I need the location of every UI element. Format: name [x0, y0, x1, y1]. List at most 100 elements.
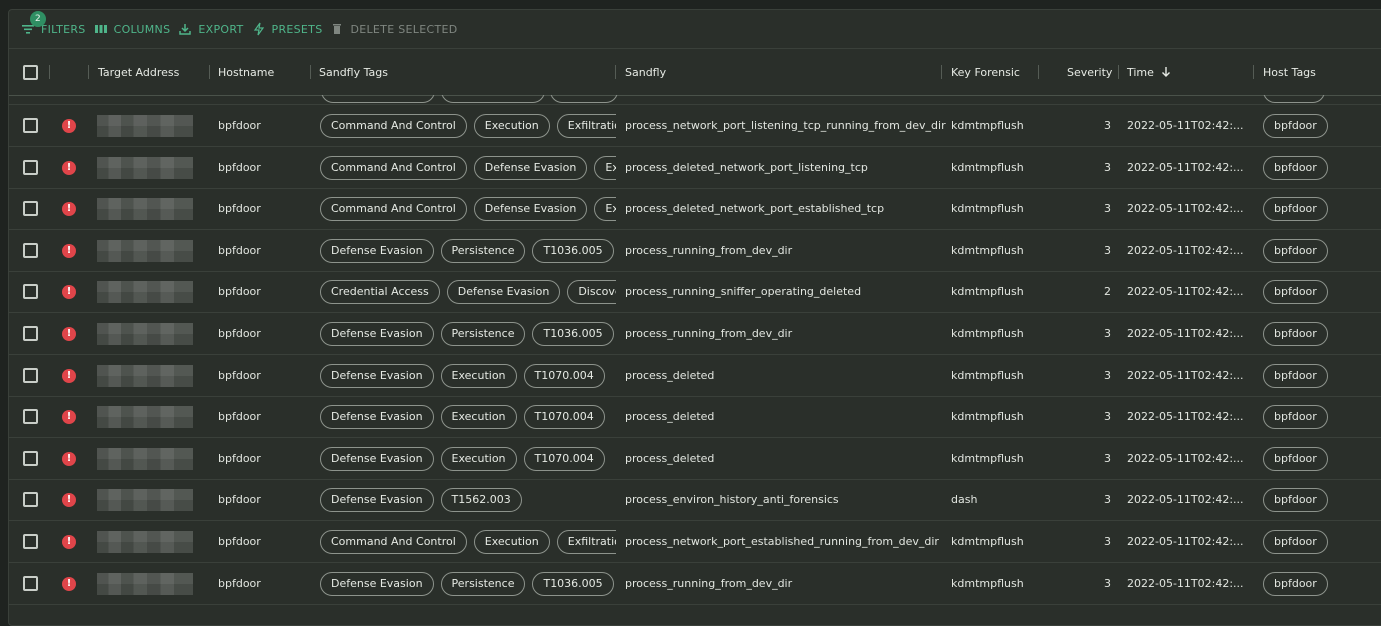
checkbox-box: [23, 243, 38, 258]
severity-cell: 3: [1104, 327, 1111, 340]
sandfly-cell[interactable]: process_deleted_network_port_listening_t…: [625, 147, 868, 188]
sandfly-cell[interactable]: process_running_sniffer_operating_delete…: [625, 271, 861, 312]
checkbox-box: [23, 368, 38, 383]
col-key-forensic[interactable]: Key Forensic: [951, 49, 1020, 95]
alert-icon: !: [62, 147, 76, 188]
sandfly-cell[interactable]: process_running_from_dev_dir: [625, 563, 792, 604]
sandfly-cell[interactable]: process_running_from_dev_dir: [625, 230, 792, 271]
table-row[interactable]: ! bpfdoor Defense Evasion Persistence T1036.…: [9, 563, 1381, 605]
key-forensic-cell: kdmtmpflush: [951, 119, 1024, 132]
presets-button[interactable]: PRESETS: [252, 19, 323, 39]
column-separator[interactable]: [1253, 65, 1254, 79]
column-separator[interactable]: [88, 65, 89, 79]
sandfly-cell[interactable]: process_environ_history_anti_forensics: [625, 479, 839, 520]
col-host-tags[interactable]: Host Tags: [1263, 49, 1316, 95]
col-target-address[interactable]: Target Address: [98, 49, 179, 95]
col-severity[interactable]: Severity: [1067, 49, 1112, 95]
table-row[interactable]: ! bpfdoor Command And Control Execution Exfi…: [9, 105, 1381, 147]
sandfly-cell[interactable]: process_deleted_network_port_established…: [625, 188, 884, 229]
delete-selected-button[interactable]: DELETE SELECTED: [330, 19, 457, 39]
sandfly-cell[interactable]: process_network_port_established_running…: [625, 521, 939, 562]
table-row[interactable]: ! bpfdoor Command And Control Execution Exfi…: [9, 521, 1381, 563]
tag-chip: [321, 95, 435, 103]
sort-descending-icon[interactable]: [1161, 66, 1171, 78]
tag-chip: T1036.005: [532, 238, 614, 263]
column-separator[interactable]: [209, 65, 210, 79]
key-forensic-cell: dash: [951, 493, 978, 506]
table-row[interactable]: ! bpfdoor Defense Evasion Execution T1070.00…: [9, 438, 1381, 480]
table-row[interactable]: ! bpfdoor Defense Evasion T1562.003 process_…: [9, 479, 1381, 521]
tag-chip: T1070.004: [523, 363, 605, 388]
row-checkbox[interactable]: [23, 521, 38, 562]
col-time-label: Time: [1127, 65, 1154, 79]
export-button[interactable]: EXPORT: [178, 19, 243, 39]
checkbox-box: [23, 326, 38, 341]
hostname-cell: bpfdoor: [218, 161, 261, 174]
select-all-checkbox[interactable]: [23, 49, 38, 95]
row-checkbox[interactable]: [23, 355, 38, 396]
col-sandfly-tags[interactable]: Sandfly Tags: [319, 49, 388, 95]
time-cell: 2022-05-11T02:42:...: [1127, 119, 1244, 132]
column-separator[interactable]: [1038, 65, 1039, 79]
table-row[interactable]: ! bpfdoor Command And Control Defense Evasi…: [9, 188, 1381, 230]
key-forensic-cell: kdmtmpflush: [951, 202, 1024, 215]
host-tags-cell: bpfdoor: [1263, 355, 1328, 396]
row-checkbox[interactable]: [23, 230, 38, 271]
tag-chip: Defense Evasion: [320, 363, 434, 388]
table-row[interactable]: ! bpfdoor Defense Evasion Execution T1070.00…: [9, 396, 1381, 438]
table-row[interactable]: ! bpfdoor Command And Control Defense Evasi…: [9, 147, 1381, 189]
col-hostname[interactable]: Hostname: [218, 49, 274, 95]
row-checkbox[interactable]: [23, 105, 38, 146]
table-row[interactable]: ! bpfdoor Credential Access Defense Evasion…: [9, 271, 1381, 313]
key-forensic-cell: kdmtmpflush: [951, 285, 1024, 298]
time-cell: 2022-05-11T02:42:...: [1127, 285, 1244, 298]
row-checkbox[interactable]: [23, 438, 38, 479]
alert-icon: !: [62, 271, 76, 312]
col-sandfly[interactable]: Sandfly: [625, 49, 666, 95]
key-forensic-cell: kdmtmpflush: [951, 369, 1024, 382]
column-separator[interactable]: [49, 65, 50, 79]
row-checkbox[interactable]: [23, 188, 38, 229]
row-checkbox[interactable]: [23, 271, 38, 312]
column-separator[interactable]: [615, 65, 616, 79]
row-checkbox[interactable]: [23, 479, 38, 520]
sandfly-cell[interactable]: process_deleted: [625, 355, 714, 396]
host-tags-cell: bpfdoor: [1263, 396, 1328, 437]
sandfly-tags-cell: Defense Evasion Execution T1070.004: [320, 355, 616, 396]
row-checkbox[interactable]: [23, 147, 38, 188]
column-separator[interactable]: [941, 65, 942, 79]
checkbox-box: [23, 201, 38, 216]
col-time[interactable]: Time: [1127, 49, 1171, 95]
table-row[interactable]: ! bpfdoor Defense Evasion Execution T1070.00…: [9, 355, 1381, 397]
row-checkbox[interactable]: [23, 313, 38, 354]
tag-chip: Defense Evasion: [320, 487, 434, 512]
host-tag-chip: bpfdoor: [1263, 279, 1328, 304]
host-tags-cell: bpfdoor: [1263, 521, 1328, 562]
sandfly-cell[interactable]: process_deleted: [625, 438, 714, 479]
columns-icon: [94, 22, 108, 36]
filters-button[interactable]: 2 FILTERS: [21, 11, 86, 39]
column-separator[interactable]: [310, 65, 311, 79]
tag-chip: Persistence: [440, 571, 526, 596]
table-row[interactable]: ! bpfdoor Defense Evasion Persistence T1036.…: [9, 313, 1381, 355]
target-address-redacted: [97, 105, 193, 146]
row-checkbox[interactable]: [23, 563, 38, 604]
table-row[interactable]: ! bpfdoor Defense Evasion Persistence T1036.…: [9, 230, 1381, 272]
column-separator[interactable]: [1118, 65, 1119, 79]
hostname-cell: bpfdoor: [218, 410, 261, 423]
hostname-cell: bpfdoor: [218, 577, 261, 590]
checkbox-box: [23, 160, 38, 175]
row-checkbox[interactable]: [23, 396, 38, 437]
host-tag-chip: bpfdoor: [1263, 321, 1328, 346]
tag-chip: Defense Evasion: [320, 571, 434, 596]
severity-cell: 3: [1104, 577, 1111, 590]
sandfly-cell[interactable]: process_deleted: [625, 396, 714, 437]
alert-icon: !: [62, 355, 76, 396]
delete-selected-label: DELETE SELECTED: [350, 22, 458, 36]
tag-chip: Execution: [594, 196, 616, 221]
columns-button[interactable]: COLUMNS: [94, 19, 171, 39]
sandfly-cell[interactable]: process_running_from_dev_dir: [625, 313, 792, 354]
host-tag-chip: bpfdoor: [1263, 113, 1328, 138]
tag-chip: Execution: [440, 363, 517, 388]
sandfly-cell[interactable]: process_network_port_listening_tcp_runni…: [625, 105, 946, 146]
